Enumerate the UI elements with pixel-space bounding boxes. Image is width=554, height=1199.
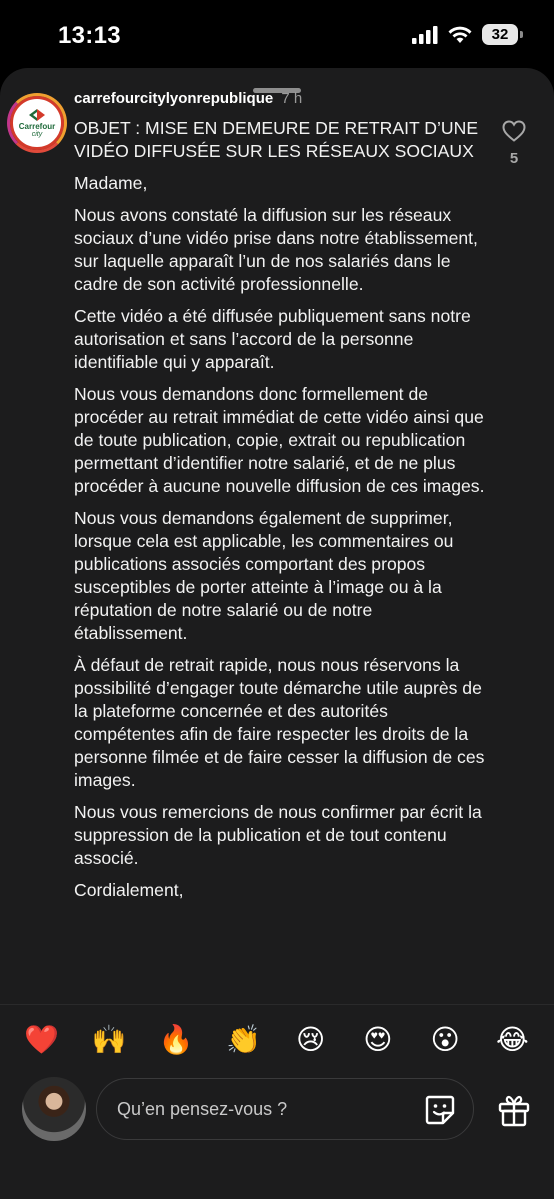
gift-icon[interactable] <box>496 1092 532 1128</box>
heart-outline-icon[interactable] <box>502 120 526 142</box>
comment-body: OBJET : MISE EN DEMEURE DE RETRAIT D’UNE… <box>74 117 489 911</box>
comment-like: 5 <box>500 120 528 167</box>
wifi-icon <box>448 26 472 43</box>
comment-composer: Qu’en pensez-vous ? <box>0 1075 554 1145</box>
emoji-tears-of-joy[interactable]: 😂 <box>490 1020 534 1060</box>
like-count: 5 <box>509 150 519 167</box>
status-time: 13:13 <box>58 22 121 49</box>
comment-input[interactable]: Qu’en pensez-vous ? <box>96 1078 474 1140</box>
emoji-heart-eyes[interactable]: 😍 <box>356 1020 400 1060</box>
comment-closing: Cordialement, <box>74 880 184 900</box>
status-bar: 13:13 32 <box>0 0 554 70</box>
emoji-clapping-hands[interactable]: 👏 <box>221 1020 265 1060</box>
emoji-fire[interactable]: 🔥 <box>154 1020 198 1060</box>
comment-subject: OBJET : MISE EN DEMEURE DE RETRAIT D’UNE… <box>74 118 479 161</box>
current-user-avatar <box>22 1077 86 1141</box>
comment-header: carrefourcitylyonrepublique 7 h <box>74 90 302 108</box>
comment-item: Carrefour city carrefourcitylyonrepubliq… <box>0 68 554 1003</box>
quick-reaction-bar: ❤️ 🙌 🔥 👏 😢 😍 😮 😂 <box>0 1020 554 1060</box>
status-icons: 32 <box>412 24 523 45</box>
comment-paragraph: Nous avons constaté la diffusion sur les… <box>74 205 478 294</box>
comment-paragraph: Cette vidéo a été diffusée publiquement … <box>74 306 471 372</box>
comments-sheet: Carrefour city carrefourcitylyonrepubliq… <box>0 68 554 1199</box>
composer-divider <box>0 1004 554 1005</box>
emoji-crying-face[interactable]: 😢 <box>289 1020 333 1060</box>
emoji-surprised-face[interactable]: 😮 <box>423 1020 467 1060</box>
commenter-avatar[interactable]: Carrefour city <box>7 93 67 153</box>
comment-time: 7 h <box>281 90 303 107</box>
emoji-red-heart[interactable]: ❤️ <box>20 1020 64 1060</box>
comment-paragraph: À défaut de retrait rapide, nous nous ré… <box>74 655 485 790</box>
cellular-signal-icon <box>412 25 438 44</box>
comment-input-placeholder: Qu’en pensez-vous ? <box>117 1099 288 1119</box>
comment-paragraph: Nous vous demandons donc formellement de… <box>74 384 485 496</box>
battery-indicator: 32 <box>482 24 523 45</box>
carrefour-logo-icon <box>29 108 45 121</box>
comment-paragraph: Nous vous demandons également de supprim… <box>74 508 454 643</box>
comment-paragraph: Nous vous remercions de nous confirmer p… <box>74 802 482 868</box>
sticker-icon[interactable] <box>423 1093 457 1127</box>
comment-paragraph: Madame, <box>74 173 148 193</box>
avatar-brand-name: Carrefour <box>18 121 56 131</box>
emoji-raising-hands[interactable]: 🙌 <box>87 1020 131 1060</box>
avatar-brand-sub: city <box>31 130 43 138</box>
commenter-username[interactable]: carrefourcitylyonrepublique <box>74 90 273 107</box>
